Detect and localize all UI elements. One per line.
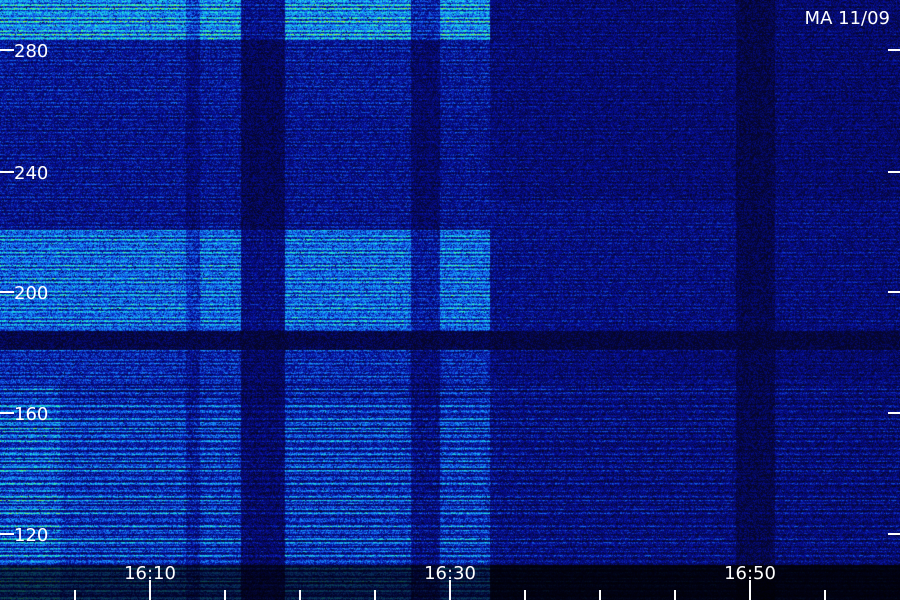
y-tick-label: 240	[14, 163, 48, 184]
x-tick-marks	[74, 580, 826, 600]
chart-overlay: MA 11/09 280 240 200 160 120 16:10 16:30…	[0, 8, 900, 600]
y-tick-label: 280	[14, 41, 48, 62]
y-tick-label: 120	[14, 525, 48, 546]
chart-title: MA 11/09	[805, 8, 890, 29]
y-axis-right	[888, 49, 900, 535]
y-tick-label: 200	[14, 283, 48, 304]
x-axis: 16:10 16:30 16:50	[74, 563, 826, 600]
y-tick-label: 160	[14, 404, 48, 425]
y-axis: 280 240 200 160 120	[0, 41, 48, 546]
